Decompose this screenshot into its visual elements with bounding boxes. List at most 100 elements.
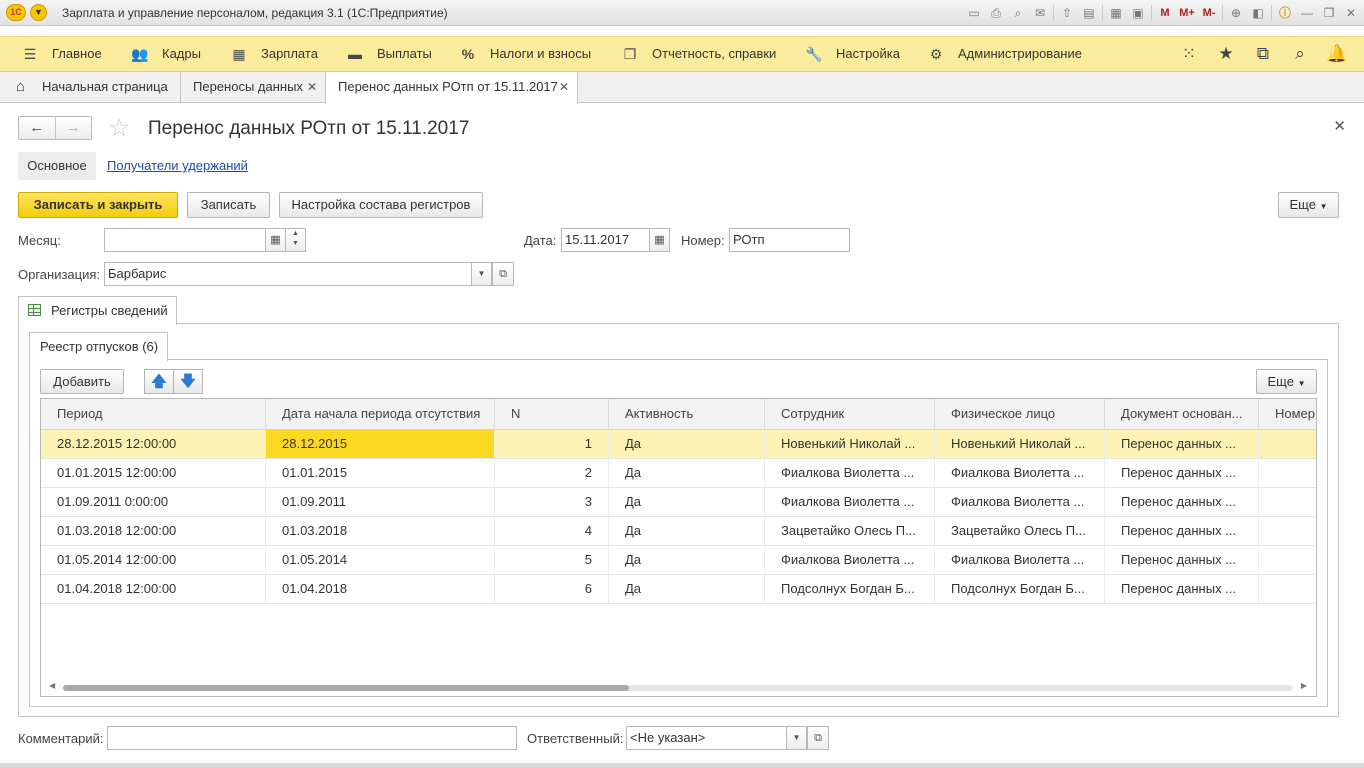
comment-input[interactable] <box>107 726 517 750</box>
close-form-icon[interactable]: ✕ <box>1333 117 1346 135</box>
cell-employee[interactable]: Фиалкова Виолетта ... <box>765 459 935 487</box>
memory-button[interactable]: M <box>1156 4 1174 22</box>
cell-period[interactable]: 01.03.2018 12:00:00 <box>41 517 266 545</box>
cell-period[interactable]: 01.04.2018 12:00:00 <box>41 575 266 603</box>
move-up-arrow-icon[interactable]: 🡅 <box>144 369 174 394</box>
cell-employee[interactable]: Новенький Николай ... <box>765 430 935 458</box>
cell-document[interactable]: Перенос данных ... <box>1105 546 1259 574</box>
section-reports[interactable]: ❐ Отчетность, справки <box>620 37 777 71</box>
add-row-button[interactable]: Добавить <box>40 369 124 394</box>
cell-person[interactable]: Фиалкова Виолетта ... <box>935 459 1105 487</box>
organization-dropdown-icon[interactable]: ▼ <box>471 262 492 286</box>
cell-n[interactable]: 2 <box>495 459 609 487</box>
cell-person[interactable]: Фиалкова Виолетта ... <box>935 546 1105 574</box>
section-settings[interactable]: 🔧 Настройка <box>804 37 900 71</box>
section-admin[interactable]: ⚙ Администрирование <box>926 37 1082 71</box>
column-header-n[interactable]: N <box>495 399 609 430</box>
cell-document[interactable]: Перенос данных ... <box>1105 575 1259 603</box>
forward-arrow-icon[interactable]: → <box>56 117 92 139</box>
cell-absence-start[interactable]: 01.04.2018 <box>266 575 495 603</box>
form-nav-main[interactable]: Основное <box>18 152 96 180</box>
cell-employee[interactable]: Зацветайко Олесь П... <box>765 517 935 545</box>
date-input[interactable]: 15.11.2017 <box>561 228 650 252</box>
tab-registers[interactable]: Регистры сведений <box>18 296 177 325</box>
scroll-right-arrow-icon[interactable]: ▶ <box>1301 681 1307 690</box>
cell-employee[interactable]: Подсолнух Богдан Б... <box>765 575 935 603</box>
zoom-icon[interactable]: ⊕ <box>1227 4 1245 22</box>
cell-number[interactable] <box>1259 430 1316 458</box>
table-row[interactable]: 28.12.2015 12:00:00 28.12.2015 1 Да Новеньки… <box>41 430 1316 459</box>
cell-number[interactable] <box>1259 575 1316 603</box>
memory-plus-button[interactable]: M+ <box>1178 4 1196 22</box>
scroll-left-arrow-icon[interactable]: ◀ <box>49 681 55 690</box>
favorite-star-icon[interactable]: ☆ <box>108 114 130 142</box>
save-button[interactable]: Записать <box>187 192 270 218</box>
column-header-employee[interactable]: Сотрудник <box>765 399 935 430</box>
organization-open-icon[interactable]: ⧉ <box>492 262 514 286</box>
cell-number[interactable] <box>1259 517 1316 545</box>
table-icon[interactable]: ▦ <box>1107 4 1125 22</box>
cell-employee[interactable]: Фиалкова Виолетта ... <box>765 488 935 516</box>
cell-person[interactable]: Зацветайко Олесь П... <box>935 517 1105 545</box>
cell-number[interactable] <box>1259 459 1316 487</box>
cell-employee[interactable]: Фиалкова Виолетта ... <box>765 546 935 574</box>
cell-absence-start[interactable]: 28.12.2015 <box>266 430 495 458</box>
cell-number[interactable] <box>1259 488 1316 516</box>
history-icon[interactable]: ⧉ <box>1250 44 1276 64</box>
tab-current-document[interactable]: Перенос данных РОтп от 15.11.2017 ✕ <box>325 72 578 104</box>
table-row[interactable]: 01.04.2018 12:00:00 01.04.2018 6 Да Подсолну… <box>41 575 1316 604</box>
cell-document[interactable]: Перенос данных ... <box>1105 430 1259 458</box>
table-row[interactable]: 01.01.2015 12:00:00 01.01.2015 2 Да Фиалкова… <box>41 459 1316 488</box>
table-row[interactable]: 01.03.2018 12:00:00 01.03.2018 4 Да Зацветай… <box>41 517 1316 546</box>
cell-document[interactable]: Перенос данных ... <box>1105 517 1259 545</box>
month-input[interactable] <box>104 228 266 252</box>
cell-n[interactable]: 1 <box>495 430 609 458</box>
cell-active[interactable]: Да <box>609 459 765 487</box>
responsible-input[interactable]: <Не указан> <box>626 726 787 750</box>
registers-setup-button[interactable]: Настройка состава регистров <box>279 192 483 218</box>
scroll-thumb[interactable] <box>63 685 629 691</box>
close-tab-icon[interactable]: ✕ <box>307 72 317 102</box>
panels-icon[interactable]: ◧ <box>1249 4 1267 22</box>
arrow-up-icon[interactable]: ⇧ <box>1058 4 1076 22</box>
notifications-bell-icon[interactable]: 🔔 <box>1324 44 1350 64</box>
print-icon[interactable]: ⎙ <box>987 4 1005 22</box>
back-arrow-icon[interactable]: ← <box>19 117 56 139</box>
organization-input[interactable]: Барбарис <box>104 262 472 286</box>
section-hr[interactable]: 👥 Кадры <box>130 37 201 71</box>
favorites-star-icon[interactable]: ★ <box>1213 44 1239 64</box>
memory-minus-button[interactable]: M- <box>1200 4 1218 22</box>
search-icon[interactable]: ⌕ <box>1287 44 1313 64</box>
cell-absence-start[interactable]: 01.05.2014 <box>266 546 495 574</box>
minimize-icon[interactable]: — <box>1298 4 1316 22</box>
number-input[interactable]: РОтп <box>729 228 850 252</box>
cell-period[interactable]: 01.01.2015 12:00:00 <box>41 459 266 487</box>
section-main[interactable]: ☰ Главное <box>20 37 102 71</box>
column-header-number[interactable]: Номер <box>1259 399 1316 430</box>
info-icon[interactable]: ⓘ <box>1276 4 1294 22</box>
responsible-open-icon[interactable]: ⧉ <box>807 726 829 750</box>
month-spin-icon[interactable]: ▲ ▼ <box>285 228 306 252</box>
cell-absence-start[interactable]: 01.01.2015 <box>266 459 495 487</box>
cell-person[interactable]: Фиалкова Виолетта ... <box>935 488 1105 516</box>
table-row[interactable]: 01.05.2014 12:00:00 01.05.2014 5 Да Фиалкова… <box>41 546 1316 575</box>
tab-vacation-register[interactable]: Реестр отпусков (6) <box>29 332 168 361</box>
horizontal-scrollbar[interactable]: ◀ ▶ <box>41 679 1316 696</box>
save-icon[interactable]: ▭ <box>965 4 983 22</box>
cell-person[interactable]: Новенький Николай ... <box>935 430 1105 458</box>
calendar-icon[interactable]: ▣ <box>1129 4 1147 22</box>
close-tab-icon[interactable]: ✕ <box>559 72 569 102</box>
cell-n[interactable]: 4 <box>495 517 609 545</box>
cell-absence-start[interactable]: 01.09.2011 <box>266 488 495 516</box>
close-window-icon[interactable]: ✕ <box>1342 4 1360 22</box>
preview-icon[interactable]: ⌕ <box>1009 4 1027 22</box>
section-salary[interactable]: ▦ Зарплата <box>229 37 318 71</box>
link-icon[interactable]: ▤ <box>1080 4 1098 22</box>
cell-person[interactable]: Подсолнух Богдан Б... <box>935 575 1105 603</box>
column-header-active[interactable]: Активность <box>609 399 765 430</box>
column-header-person[interactable]: Физическое лицо <box>935 399 1105 430</box>
cell-document[interactable]: Перенос данных ... <box>1105 459 1259 487</box>
table-more-button[interactable]: Еще ▼ <box>1256 369 1317 394</box>
cell-active[interactable]: Да <box>609 546 765 574</box>
column-header-period[interactable]: Период <box>41 399 266 430</box>
